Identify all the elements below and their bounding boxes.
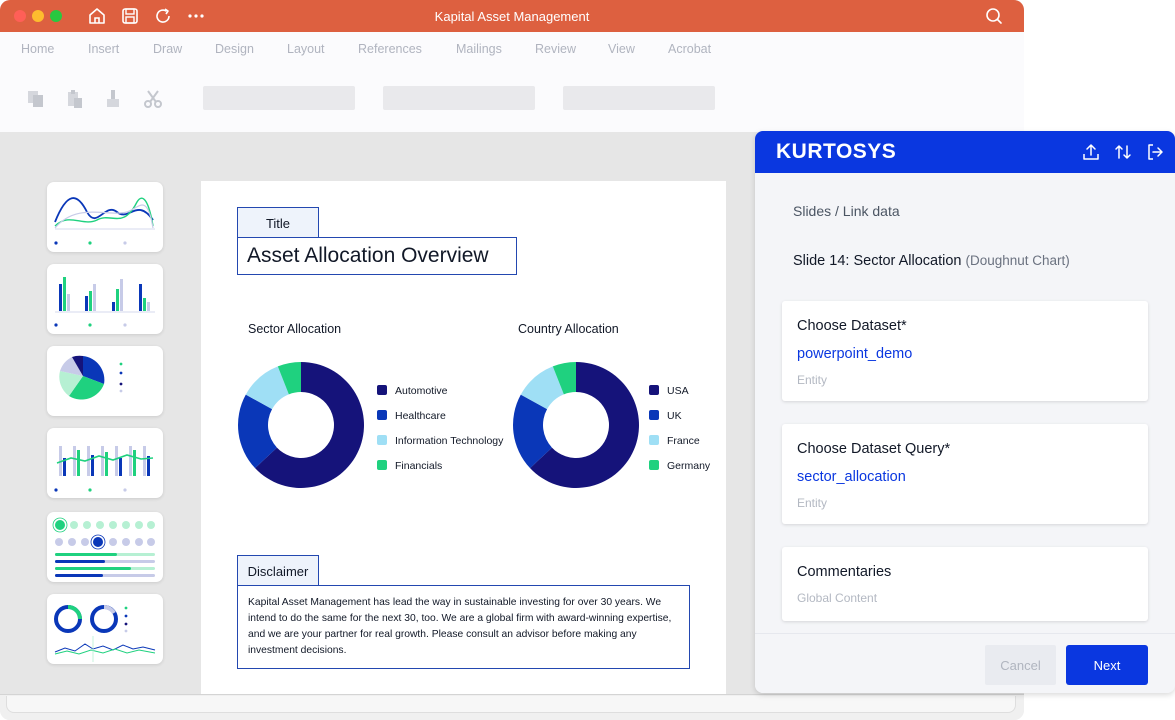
legend-swatch	[649, 435, 659, 445]
legend-swatch	[649, 460, 659, 470]
card-title: Choose Dataset*	[797, 318, 907, 334]
legend-label: Information Technology	[395, 435, 504, 447]
title-bar: Kapital Asset Management	[0, 0, 1024, 32]
country-chart-title: Country Allocation	[518, 322, 619, 336]
choose-dataset-card[interactable]: Choose Dataset* powerpoint_demo Entity	[782, 301, 1148, 401]
kurtosys-logo: KURTOSYS	[776, 140, 897, 163]
legend-swatch	[377, 435, 387, 445]
dataset-query-value[interactable]: sector_allocation	[797, 469, 906, 485]
pie-chart-thumb-icon	[59, 355, 123, 400]
breadcrumb[interactable]: Slides / Link data	[793, 203, 900, 219]
panel-footer: Cancel Next	[755, 633, 1175, 693]
tab-review[interactable]: Review	[535, 42, 576, 56]
legend-label: UK	[667, 410, 682, 422]
slide-info: Slide 14: Sector Allocation (Doughnut Ch…	[793, 253, 1070, 269]
country-doughnut-chart[interactable]	[512, 361, 640, 489]
copy-icon[interactable]	[25, 88, 47, 110]
tab-layout[interactable]: Layout	[287, 42, 325, 56]
tab-mailings[interactable]: Mailings	[456, 42, 502, 56]
logout-icon[interactable]	[1145, 142, 1165, 162]
tab-draw[interactable]: Draw	[153, 42, 182, 56]
tab-acrobat[interactable]: Acrobat	[668, 42, 711, 56]
panel-header: KURTOSYS	[755, 131, 1175, 173]
sector-legend-item: Automotive	[377, 385, 448, 397]
legend-swatch	[377, 385, 387, 395]
legend-label: Germany	[667, 460, 711, 472]
slide-thumbnail-3[interactable]	[47, 346, 163, 416]
legend-swatch	[649, 385, 659, 395]
sector-legend-item: Healthcare	[377, 410, 446, 422]
slide-name: Slide 14: Sector Allocation	[793, 253, 962, 269]
sort-icon[interactable]	[1113, 142, 1133, 162]
card-subtitle: Entity	[797, 373, 828, 387]
paste-icon[interactable]	[64, 88, 86, 110]
next-button[interactable]: Next	[1066, 645, 1148, 685]
search-icon[interactable]	[984, 6, 1004, 26]
window-title: Kapital Asset Management	[434, 9, 590, 24]
sector-chart-title: Sector Allocation	[248, 322, 342, 336]
ribbon-field-3[interactable]	[563, 86, 715, 110]
slide-title[interactable]: Asset Allocation Overview	[237, 237, 517, 275]
commentaries-card[interactable]: Commentaries Global Content	[782, 547, 1148, 621]
country-legend-item: Germany	[649, 460, 710, 472]
dataset-value[interactable]: powerpoint_demo	[797, 346, 912, 362]
slide-thumbnail-6[interactable]	[47, 594, 163, 664]
disclaimer-tab[interactable]: Disclaimer	[237, 555, 319, 586]
card-subtitle: Global Content	[797, 591, 878, 605]
tab-references[interactable]: References	[358, 42, 422, 56]
slide-thumbnail-5[interactable]	[47, 512, 163, 582]
slide-canvas[interactable]: Title Asset Allocation Overview Sector A…	[201, 181, 726, 696]
legend-label: USA	[667, 385, 689, 397]
disclaimer-text[interactable]: Kapital Asset Management has lead the wa…	[237, 585, 690, 669]
doughnut-chart-thumb-icon	[54, 605, 156, 662]
tab-home[interactable]: Home	[21, 42, 54, 56]
ribbon-field-2[interactable]	[383, 86, 535, 110]
cancel-button[interactable]: Cancel	[985, 645, 1056, 685]
sector-legend-item: Financials	[377, 460, 442, 472]
tab-design[interactable]: Design	[215, 42, 254, 56]
slide-chart-type: (Doughnut Chart)	[965, 253, 1070, 268]
bar-chart-thumb-icon	[54, 277, 155, 327]
sector-doughnut-chart[interactable]	[237, 361, 365, 489]
scissors-icon[interactable]	[142, 88, 164, 110]
slide-thumbnail-4[interactable]	[47, 428, 163, 498]
card-subtitle: Entity	[797, 496, 828, 510]
combo-chart-thumb-icon	[54, 446, 154, 492]
legend-label: Automotive	[395, 385, 448, 397]
legend-swatch	[377, 410, 387, 420]
ribbon-field-1[interactable]	[203, 86, 355, 110]
legend-label: Healthcare	[395, 410, 446, 422]
format-painter-icon[interactable]	[102, 88, 124, 110]
legend-swatch	[377, 460, 387, 470]
country-legend-item: UK	[649, 410, 682, 422]
kurtosys-panel: KURTOSYS Slides / Link data Slide 14: Se…	[755, 131, 1175, 693]
country-legend-item: USA	[649, 385, 689, 397]
slide-thumbnail-2[interactable]	[47, 264, 163, 334]
legend-label: Financials	[395, 460, 443, 472]
title-tab[interactable]: Title	[237, 207, 319, 238]
legend-swatch	[649, 410, 659, 420]
legend-label: France	[667, 435, 700, 447]
ribbon: Home Insert Draw Design Layout Reference…	[0, 32, 1024, 132]
card-title: Commentaries	[797, 564, 892, 580]
choose-dataset-query-card[interactable]: Choose Dataset Query* sector_allocation …	[782, 424, 1148, 524]
line-chart-thumb-icon	[54, 197, 155, 245]
tab-view[interactable]: View	[608, 42, 635, 56]
upload-icon[interactable]	[1081, 142, 1101, 162]
tab-insert[interactable]: Insert	[88, 42, 119, 56]
card-title: Choose Dataset Query*	[797, 441, 951, 457]
slide-thumbnail-1[interactable]	[47, 182, 163, 252]
country-legend-item: France	[649, 435, 700, 447]
progress-chart-thumb-icon	[52, 517, 155, 577]
sector-legend-item: Information Technology	[377, 435, 503, 447]
horizontal-scrollbar[interactable]	[0, 694, 1024, 720]
scrollbar-track[interactable]	[6, 696, 1016, 713]
